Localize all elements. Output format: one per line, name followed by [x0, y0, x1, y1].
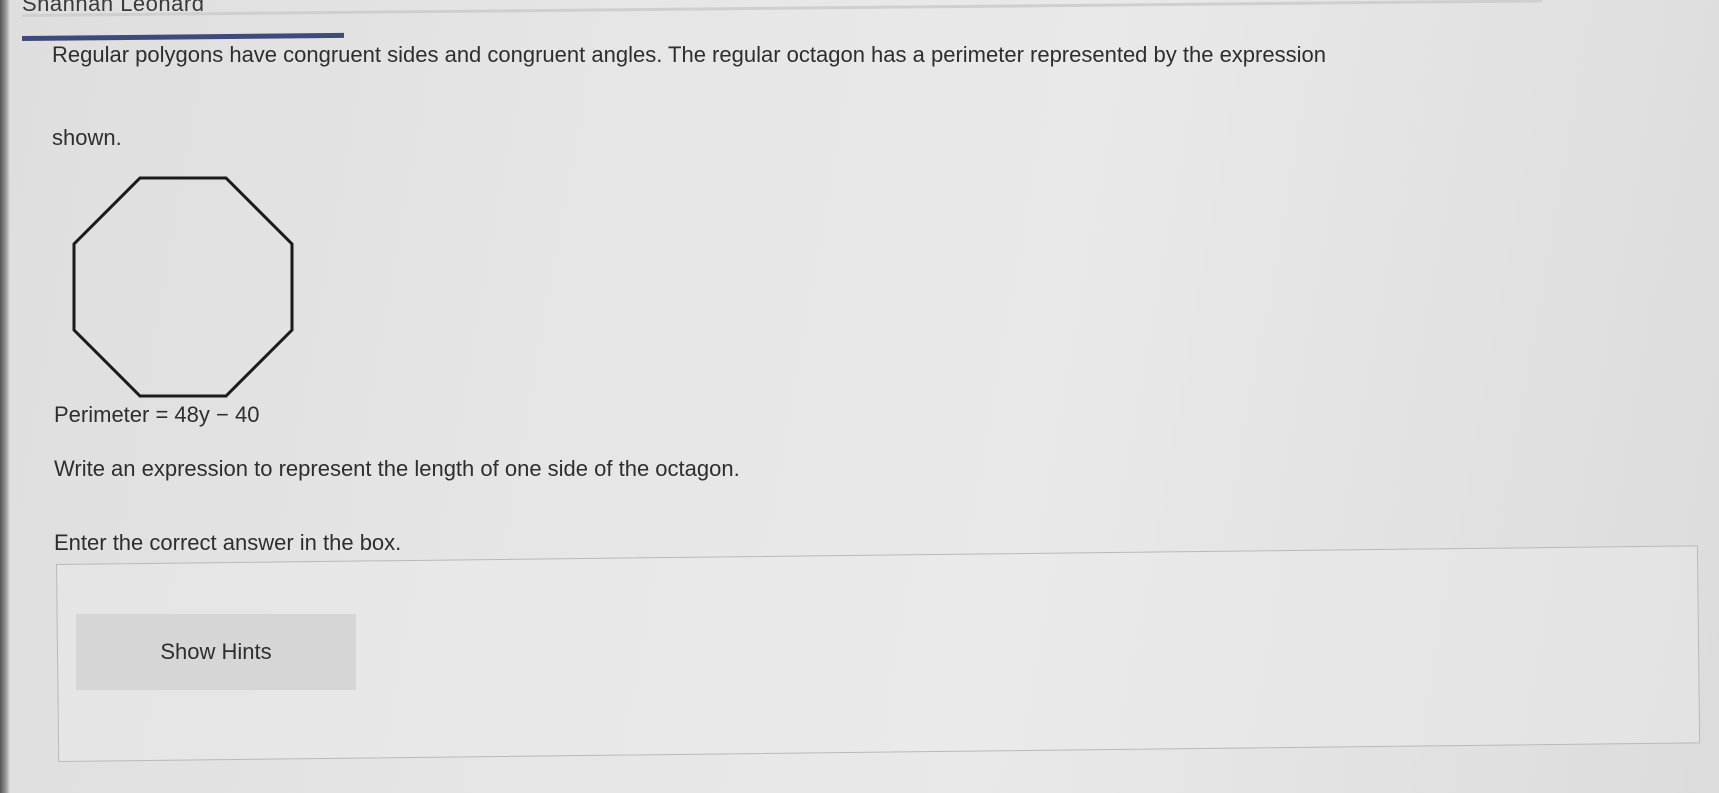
octagon-shape	[72, 176, 294, 398]
show-hints-button[interactable]: Show Hints	[76, 614, 356, 690]
question-prompt: Write an expression to represent the len…	[54, 456, 740, 481]
octagon-figure	[72, 176, 294, 398]
progress-track	[21, 0, 1542, 17]
screen-edge	[0, 0, 10, 793]
question-intro-line-2: shown.	[52, 125, 122, 150]
answer-instruction: Enter the correct answer in the box.	[54, 530, 402, 555]
question-intro-line-1: Regular polygons have congruent sides an…	[52, 42, 1326, 67]
perimeter-label: Perimeter = 48y − 40	[54, 402, 260, 427]
